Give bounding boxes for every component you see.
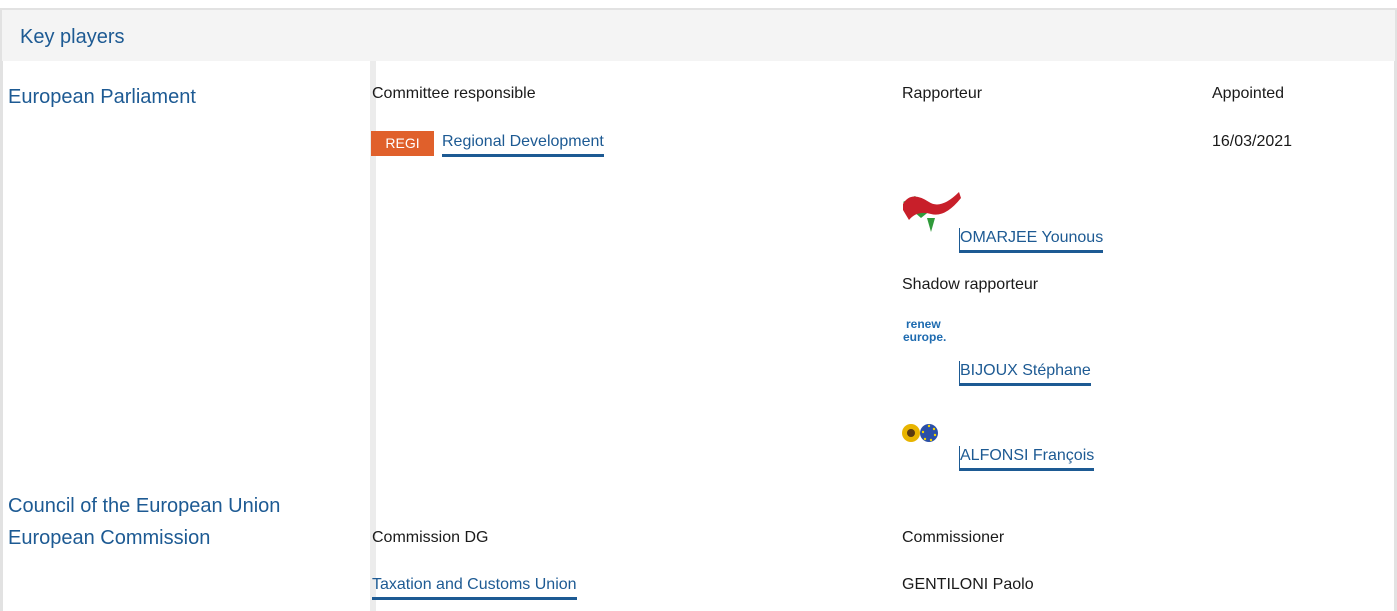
institution-parliament: European Parliament <box>8 86 196 108</box>
committee-badge: REGI <box>371 131 434 156</box>
institution-commission: European Commission <box>8 527 211 549</box>
committee-link[interactable]: Regional Development <box>442 132 604 157</box>
commissioner-header: Commissioner <box>902 529 1005 546</box>
section-header <box>0 8 1397 61</box>
left-border <box>0 61 3 611</box>
shadow-rapporteur-link-2[interactable]: ALFONSI François <box>959 446 1095 471</box>
institution-council: Council of the European Union <box>8 495 281 517</box>
renew-europe-logo-icon: renew europe. <box>903 318 959 344</box>
committee-responsible-header: Committee responsible <box>372 85 536 102</box>
commission-dg-header: Commission DG <box>372 529 489 546</box>
greens-efa-logo-icon <box>901 419 939 452</box>
left-group-logo-icon <box>901 188 963 239</box>
rapporteur-link[interactable]: OMARJEE Younous <box>959 228 1104 253</box>
rapporteur-header: Rapporteur <box>902 85 983 102</box>
appointed-header: Appointed <box>1212 85 1285 102</box>
shadow-rapporteur-header: Shadow rapporteur <box>902 276 1039 293</box>
commissioner-name: GENTILONI Paolo <box>902 576 1034 593</box>
key-players-panel: Key players European Parliament Council … <box>0 0 1397 611</box>
appointed-date: 16/03/2021 <box>1212 133 1293 150</box>
commission-dg-link[interactable]: Taxation and Customs Union <box>372 575 577 600</box>
section-title: Key players <box>20 26 125 48</box>
europe-logo-text: europe. <box>903 330 947 344</box>
shadow-rapporteur-link-1[interactable]: BIJOUX Stéphane <box>959 361 1091 386</box>
